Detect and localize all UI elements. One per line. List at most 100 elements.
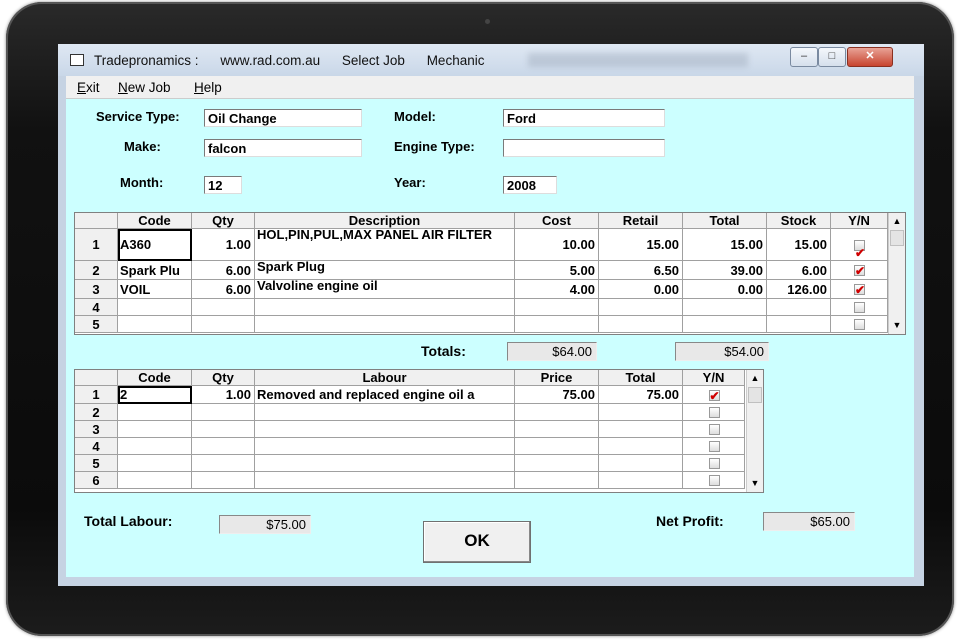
price-cell[interactable]: 75.00 [515,386,599,404]
yn-cell[interactable] [831,261,888,280]
model-field[interactable]: Ford [503,109,665,127]
row-header[interactable]: 5 [75,455,118,472]
price-cell[interactable] [515,455,599,472]
price-cell[interactable] [515,421,599,438]
qty-cell[interactable] [192,455,255,472]
yn-cell[interactable] [831,280,888,299]
price-cell[interactable] [515,438,599,455]
stock-cell[interactable] [767,299,831,316]
code-cell[interactable]: A360 [118,229,192,261]
title-mechanic[interactable]: Mechanic [427,53,485,68]
row-header[interactable]: 2 [75,261,118,280]
yn-cell[interactable] [831,299,888,316]
column-header-yn[interactable]: Y/N [683,370,745,386]
row-header[interactable]: 2 [75,404,118,421]
labour-cell[interactable]: Removed and replaced engine oil a [255,386,515,404]
yn-checkbox[interactable] [708,387,720,403]
qty-cell[interactable] [192,421,255,438]
row-header[interactable]: 6 [75,472,118,489]
description-cell[interactable]: Valvoline engine oil [255,280,515,299]
labour-cell[interactable] [255,421,515,438]
yn-checkbox[interactable] [854,302,865,313]
qty-cell[interactable] [192,299,255,316]
yn-cell[interactable] [683,386,745,404]
column-header-retail[interactable]: Retail [599,213,683,229]
retail-cell[interactable] [599,316,683,333]
cost-cell[interactable] [515,299,599,316]
code-cell[interactable]: 2 [118,386,192,404]
labour-cell[interactable] [255,438,515,455]
retail-cell[interactable]: 0.00 [599,280,683,299]
column-header-price[interactable]: Price [515,370,599,386]
year-field[interactable]: 2008 [503,176,557,194]
labour-cell[interactable] [255,455,515,472]
yn-checkbox[interactable] [708,441,720,452]
make-field[interactable]: falcon [204,139,362,157]
qty-cell[interactable]: 6.00 [192,280,255,299]
engine-type-field[interactable] [503,139,665,157]
scroll-down-icon[interactable]: ▼ [747,475,763,491]
cost-cell[interactable] [515,316,599,333]
column-header-qty[interactable]: Qty [192,213,255,229]
service-type-field[interactable]: Oil Change [204,109,362,127]
column-header-yn[interactable]: Y/N [831,213,888,229]
code-cell[interactable] [118,421,192,438]
stock-cell[interactable]: 126.00 [767,280,831,299]
yn-checkbox[interactable] [854,262,865,279]
column-header-qty[interactable]: Qty [192,370,255,386]
row-header[interactable]: 1 [75,229,118,261]
close-button[interactable]: ✕ [847,47,893,67]
row-header[interactable]: 4 [75,299,118,316]
stock-cell[interactable]: 15.00 [767,229,831,261]
column-header-total[interactable]: Total [599,370,683,386]
stock-cell[interactable] [767,316,831,333]
yn-checkbox[interactable] [708,458,720,469]
code-cell[interactable] [118,455,192,472]
code-cell[interactable] [118,404,192,421]
qty-cell[interactable]: 1.00 [192,386,255,404]
yn-cell[interactable] [683,438,745,455]
column-header-labour[interactable]: Labour [255,370,515,386]
code-cell[interactable]: VOIL [118,280,192,299]
yn-checkbox[interactable] [854,281,865,298]
title-select-job[interactable]: Select Job [342,53,405,68]
column-header-code[interactable]: Code [118,370,192,386]
description-cell[interactable] [255,299,515,316]
column-header-description[interactable]: Description [255,213,515,229]
scroll-down-icon[interactable]: ▼ [889,317,905,333]
retail-cell[interactable] [599,299,683,316]
row-header[interactable]: 3 [75,421,118,438]
ok-button[interactable]: OK [423,521,531,563]
code-cell[interactable] [118,472,192,489]
code-cell[interactable] [118,316,192,333]
price-cell[interactable] [515,404,599,421]
price-cell[interactable] [515,472,599,489]
labour-cell[interactable] [255,404,515,421]
yn-checkbox[interactable] [854,319,865,330]
total-cell[interactable] [683,299,767,316]
title-bar[interactable]: Tradepronamics : www.rad.com.au Select J… [58,44,924,76]
retail-cell[interactable]: 15.00 [599,229,683,261]
total-cell[interactable] [683,316,767,333]
labour-scrollbar[interactable]: ▲ ▼ [746,370,763,492]
row-header[interactable]: 5 [75,316,118,333]
code-cell[interactable] [118,299,192,316]
code-cell[interactable]: Spark Plu [118,261,192,280]
qty-cell[interactable] [192,472,255,489]
yn-cell[interactable] [683,472,745,489]
total-cell[interactable] [599,438,683,455]
column-header-cost[interactable]: Cost [515,213,599,229]
maximize-button[interactable]: □ [818,47,846,67]
cost-cell[interactable]: 5.00 [515,261,599,280]
cost-cell[interactable]: 10.00 [515,229,599,261]
description-cell[interactable] [255,316,515,333]
qty-cell[interactable] [192,316,255,333]
retail-cell[interactable]: 6.50 [599,261,683,280]
qty-cell[interactable] [192,438,255,455]
total-cell[interactable] [599,404,683,421]
row-header[interactable]: 1 [75,386,118,404]
minimize-button[interactable]: – [790,47,818,67]
yn-cell[interactable] [831,229,888,261]
parts-grid[interactable]: Code Qty Description Cost Retail Total Stock Y/… [74,212,906,335]
labour-grid[interactable]: Code Qty Labour Price Total Y/N 1 2 1.00 Removed … [74,369,764,493]
